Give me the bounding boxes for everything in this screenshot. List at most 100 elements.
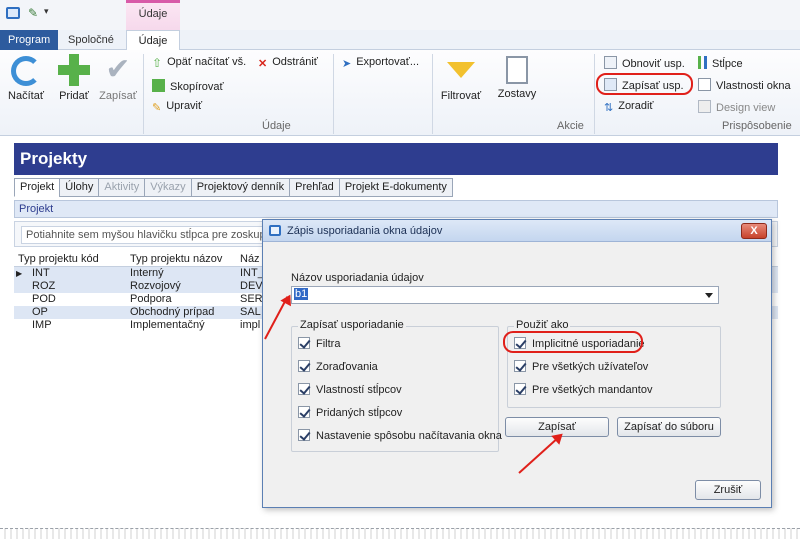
cancel-button[interactable]: Zrušiť — [695, 480, 761, 500]
context-tab-udaje: Údaje — [126, 0, 180, 30]
table-cell: Rozvojový — [130, 280, 181, 292]
obnovit-usp-label: Obnoviť usp. — [622, 58, 685, 70]
zoradit-button[interactable]: ⇅ Zoradiť — [604, 100, 654, 114]
highlight-annotation — [503, 331, 643, 353]
ribbon-separator — [432, 54, 433, 134]
edit-pencil-icon: ✎ — [152, 102, 162, 114]
obnovit-usp-button[interactable]: Obnoviť usp. — [604, 56, 685, 70]
opat-nacitat-button[interactable]: ⇧ Opäť načítať vš. — [152, 56, 247, 70]
checkbox-label: Nastavenie spôsobu načítavania okna — [316, 430, 502, 442]
row-pointer-icon: ▶ — [16, 269, 23, 278]
table-cell: POD — [32, 293, 56, 305]
zapisat-do-suboru-button[interactable]: Zapísať do súboru — [617, 417, 721, 437]
checkbox-checked-icon[interactable] — [514, 383, 526, 395]
tab-ulohy[interactable]: Úlohy — [59, 178, 100, 197]
zapisat-button[interactable]: ✔ Zapísať — [96, 53, 140, 103]
table-cell: SAL — [240, 306, 261, 318]
write-layout-legend: Zapísať usporiadanie — [298, 319, 406, 331]
qat-dropdown-icon[interactable]: ▾ — [44, 6, 49, 17]
torn-edge — [0, 528, 800, 539]
exportovat-label: Exportovať... — [356, 56, 420, 68]
checkbox-checked-icon[interactable] — [298, 406, 310, 418]
checkbox-checked-icon[interactable] — [514, 360, 526, 372]
stlpce-button[interactable]: Stĺpce — [698, 56, 743, 70]
tab-projekt-e-dokumenty[interactable]: Projekt E-dokumenty — [338, 178, 453, 197]
tab-program[interactable]: Program — [0, 30, 59, 50]
checkbox-checked-icon[interactable] — [298, 429, 310, 441]
zostavy-label: Zostavy — [497, 88, 537, 100]
skopirovat-label: Skopírovať — [170, 81, 224, 93]
window-properties-icon — [698, 78, 711, 91]
close-button[interactable]: X — [741, 223, 767, 239]
tab-udaje[interactable]: Údaje — [126, 30, 180, 51]
upravit-button[interactable]: ✎ Upraviť — [152, 100, 202, 114]
checkbox-label: Pridaných stĺpcov — [316, 407, 403, 419]
ribbon-tabs: Program Spoločné Údaje — [0, 30, 800, 51]
design-view-label: Design view — [716, 102, 776, 114]
checkbox-zoradovania[interactable]: Zoraďovania — [298, 360, 378, 373]
copy-icon — [152, 79, 165, 92]
tab-projekt[interactable]: Projekt — [14, 178, 61, 197]
tab-prehlad[interactable]: Prehľad — [289, 178, 340, 197]
column-header[interactable]: Typ projektu názov — [130, 253, 222, 265]
ribbon-separator — [594, 54, 595, 134]
tab-spolocne[interactable]: Spoločné — [60, 30, 122, 50]
skopirovat-button[interactable]: Skopírovať — [152, 79, 224, 93]
odstranit-button[interactable]: ✕ Odstrániť — [258, 56, 318, 70]
checkmark-icon: ✔ — [105, 53, 131, 86]
delete-icon: ✕ — [258, 58, 268, 70]
table-cell: Obchodný prípad — [130, 306, 215, 318]
table-cell: ROZ — [32, 280, 56, 292]
columns-icon — [698, 56, 707, 69]
checkbox-vlastnosti-stlpcov[interactable]: Vlastností stĺpcov — [298, 383, 402, 396]
ribbon-separator — [333, 54, 334, 134]
ribbon: Načítať Pridať ✔ Zapísať ⇧ Opäť načítať v… — [0, 50, 800, 136]
column-header[interactable]: Náz — [240, 253, 260, 265]
checkbox-label: Zoraďovania — [316, 361, 378, 373]
use-as-legend: Použiť ako — [514, 319, 571, 331]
checkbox-vsetkych-uzivatelov[interactable]: Pre všetkých užívateľov — [514, 360, 648, 373]
vlastnosti-okna-button[interactable]: Vlastnosti okna — [698, 78, 800, 92]
sort-icon: ⇅ — [604, 102, 614, 114]
layout-name-value: b1 — [294, 288, 309, 300]
opat-nacitat-label: Opäť načítať vš. — [167, 56, 247, 68]
app-icon[interactable] — [6, 7, 20, 19]
group-label-udaje: Údaje — [262, 120, 291, 132]
checkbox-filtra[interactable]: Filtra — [298, 337, 340, 350]
zostavy-button[interactable]: Zostavy — [494, 56, 540, 100]
checkbox-checked-icon[interactable] — [298, 337, 310, 349]
tab-projektovy-dennik[interactable]: Projektový denník — [190, 178, 291, 197]
layout-name-combobox[interactable]: b1 — [291, 286, 719, 304]
add-icon — [58, 54, 90, 86]
nacitat-button[interactable]: Načítať — [6, 56, 46, 102]
checkbox-pridanych-stlpcov[interactable]: Pridaných stĺpcov — [298, 406, 402, 419]
refresh-icon — [11, 56, 41, 86]
filtrovat-label: Filtrovať — [440, 90, 482, 102]
page-title: Projekty — [14, 143, 778, 175]
checkbox-nastavenie-nacitavania[interactable]: Nastavenie spôsobu načítavania okna — [298, 429, 502, 442]
tab-vykazy[interactable]: Výkazy — [144, 178, 192, 197]
highlight-annotation — [596, 73, 693, 95]
group-label-akcie: Akcie — [557, 120, 584, 132]
column-header[interactable]: Typ projektu kód — [18, 253, 99, 265]
table-cell: impl — [240, 319, 261, 331]
checkbox-label: Vlastností stĺpcov — [316, 384, 402, 396]
quick-access-bar: ✎ ▾ Údaje — [0, 0, 800, 30]
design-view-button[interactable]: Design view — [698, 100, 775, 114]
ribbon-separator — [143, 54, 144, 134]
chevron-down-icon[interactable] — [705, 293, 713, 298]
tab-aktivity[interactable]: Aktivity — [98, 178, 146, 197]
stlpce-label: Stĺpce — [712, 58, 743, 70]
exportovat-button[interactable]: ➤ Exportovať... — [342, 56, 419, 70]
filtrovat-button[interactable]: Filtrovať — [438, 56, 484, 102]
table-cell: INT — [32, 267, 50, 279]
pridat-button[interactable]: Pridať — [54, 54, 94, 102]
checkbox-checked-icon[interactable] — [298, 383, 310, 395]
qat-settings-icon[interactable]: ✎ — [28, 6, 38, 20]
checkbox-vsetkych-mandantov[interactable]: Pre všetkých mandantov — [514, 383, 652, 396]
table-cell: INT_ — [240, 267, 264, 279]
table-cell: OP — [32, 306, 48, 318]
dialog-title: Zápis usporiadania okna údajov — [263, 220, 771, 242]
checkbox-checked-icon[interactable] — [298, 360, 310, 372]
report-icon — [506, 56, 528, 84]
